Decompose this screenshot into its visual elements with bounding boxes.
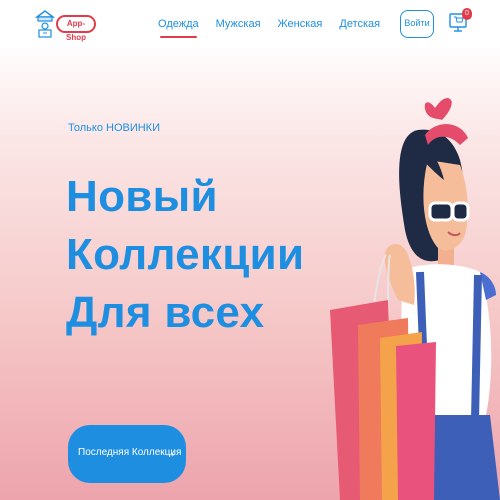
latest-collection-button[interactable]: Последняя Коллекция → xyxy=(68,425,186,483)
site-header: App-Shop Одежда Мужская Женская Детская … xyxy=(0,0,500,48)
login-button[interactable]: Войти xyxy=(400,10,434,38)
logo[interactable]: App-Shop xyxy=(34,9,98,42)
shop-stand-icon xyxy=(34,10,56,38)
hero-eyebrow: Только НОВИНКИ xyxy=(68,122,160,134)
nav-item-men[interactable]: Мужская xyxy=(216,18,261,30)
nav-item-kids[interactable]: Детская xyxy=(339,18,380,30)
cart-count-badge: 0 xyxy=(462,8,472,20)
logo-text: App-Shop xyxy=(56,15,96,42)
arrow-right-icon: → xyxy=(164,445,177,460)
main-nav: Одежда Мужская Женская Детская xyxy=(158,18,397,38)
shopping-woman-illustration xyxy=(330,98,500,500)
nav-item-clothing[interactable]: Одежда xyxy=(158,18,199,38)
nav-item-women[interactable]: Женская xyxy=(278,18,323,30)
cart-button[interactable]: 0 xyxy=(448,8,472,38)
